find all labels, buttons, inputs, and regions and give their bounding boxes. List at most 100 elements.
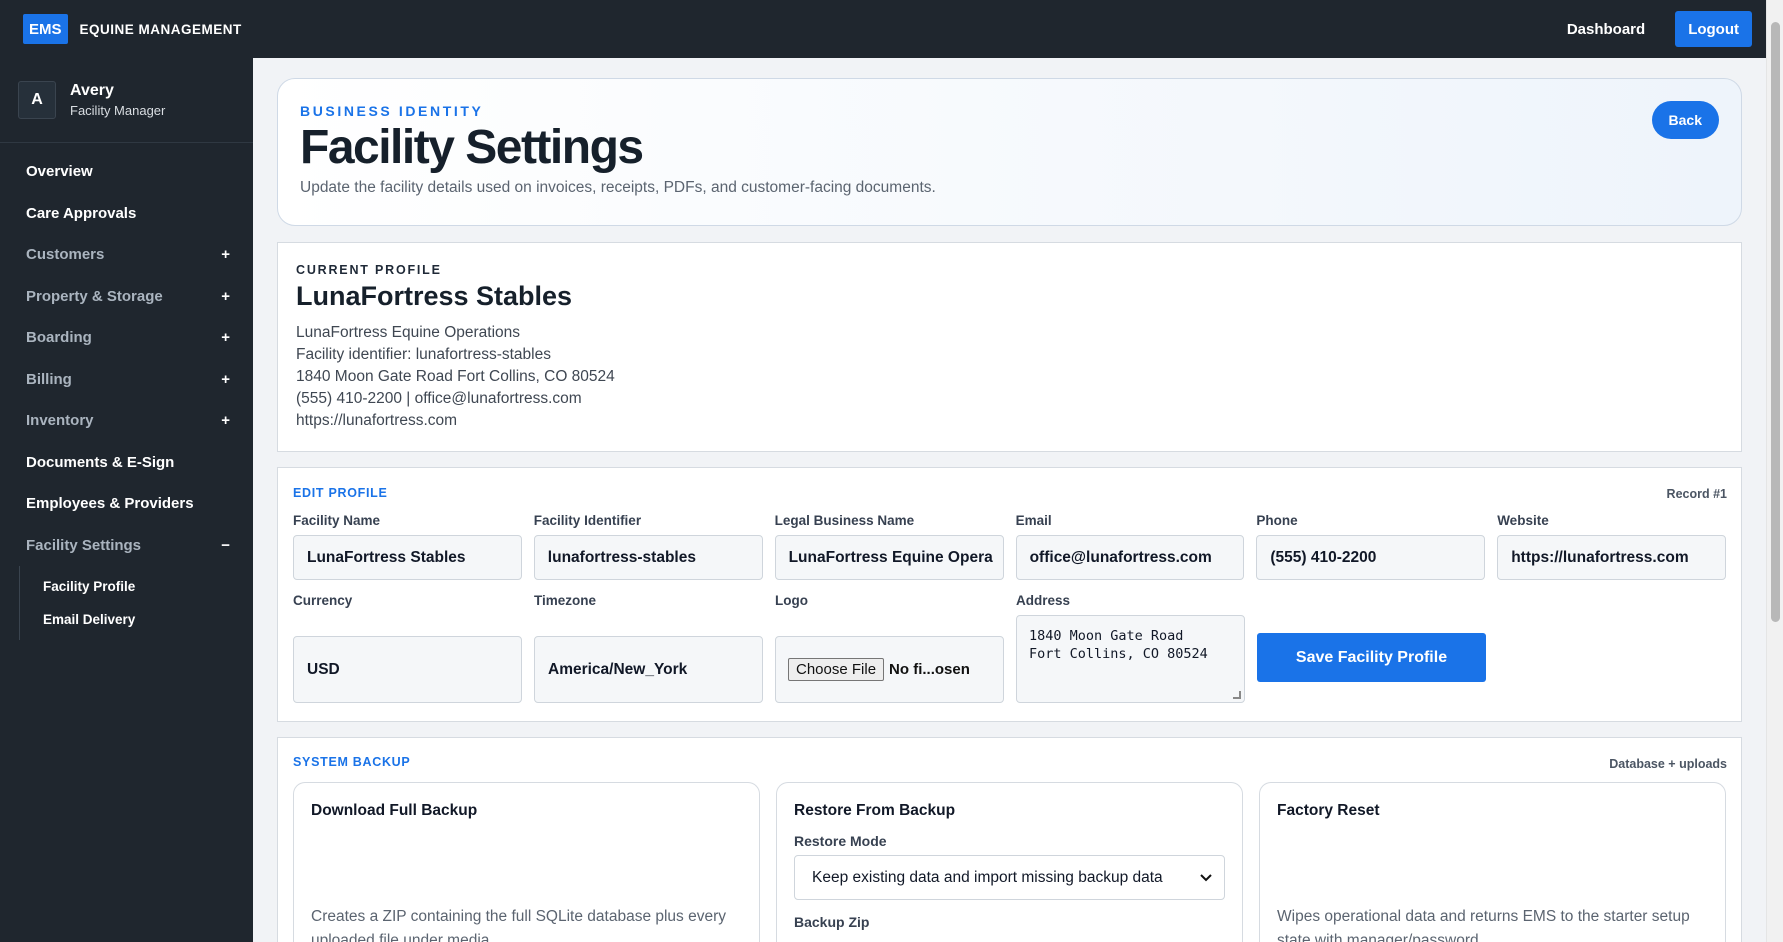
user-profile-text: Avery Facility Manager (70, 82, 165, 118)
current-profile-label: CURRENT PROFILE (296, 263, 442, 277)
user-profile: A Avery Facility Manager (0, 58, 253, 143)
website-input[interactable]: https://lunafortress.com (1497, 535, 1726, 580)
brand-logo-badge[interactable]: EMS (23, 14, 68, 44)
expand-plus-icon[interactable]: + (221, 412, 230, 429)
sidebar-subitem-facility-profile[interactable]: Facility Profile (20, 570, 253, 603)
system-backup-label: SYSTEM BACKUP (293, 755, 411, 769)
factory-reset-card: Factory Reset Wipes operational data and… (1259, 782, 1726, 942)
phone-input[interactable]: (555) 410-2200 (1256, 535, 1486, 580)
edit-profile-label: EDIT PROFILE (293, 486, 388, 500)
expand-plus-icon[interactable]: + (221, 246, 230, 263)
field-label: Email (1015, 513, 1052, 528)
save-field: Save Facility Profile (1257, 593, 1486, 703)
facility-settings-submenu: Facility Profile Email Delivery (19, 566, 253, 640)
field-label: Logo (775, 593, 808, 608)
sidebar-item-overview[interactable]: Overview (0, 151, 253, 193)
current-profile-contact: (555) 410-2200 | office@lunafortress.com (296, 390, 582, 407)
sidebar-item-label: Boarding (26, 329, 92, 347)
field-label: Currency (293, 593, 353, 608)
save-facility-profile-button[interactable]: Save Facility Profile (1257, 633, 1486, 682)
backup-zip-label: Backup Zip (794, 914, 870, 930)
facility-name-field: Facility Name LunaFortress Stables (293, 513, 522, 580)
current-profile-legal-name: LunaFortress Equine Operations (296, 324, 521, 341)
top-navigation-bar: EMS EQUINE MANAGEMENT Dashboard Logout (0, 0, 1766, 58)
field-label: Address (1016, 593, 1071, 608)
email-input[interactable]: office@lunafortress.com (1015, 535, 1245, 580)
address-field: Address 1840 Moon Gate Road Fort Collins… (1016, 593, 1245, 703)
sidebar-item-facility-settings[interactable]: Facility Settings − (0, 525, 253, 567)
sidebar-item-label: Property & Storage (26, 287, 163, 305)
expand-plus-icon[interactable]: + (221, 288, 230, 305)
current-profile-address: 1840 Moon Gate Road Fort Collins, CO 805… (296, 368, 615, 385)
scrollbar-thumb[interactable] (1771, 22, 1780, 622)
dashboard-link[interactable]: Dashboard (1567, 21, 1645, 38)
field-label: Timezone (534, 593, 597, 608)
address-textarea[interactable]: 1840 Moon Gate Road Fort Collins, CO 805… (1016, 615, 1245, 703)
currency-field: Currency USD (293, 593, 522, 703)
current-profile-name: LunaFortress Stables (296, 281, 573, 311)
sidebar-item-employees-providers[interactable]: Employees & Providers (0, 483, 253, 525)
factory-reset-description: Wipes operational data and returns EMS t… (1277, 908, 1690, 942)
sidebar-item-inventory[interactable]: Inventory + (0, 400, 253, 442)
system-backup-card: SYSTEM BACKUP Database + uploads Downloa… (277, 737, 1742, 942)
record-number: Record #1 (1666, 487, 1727, 501)
main-content: BUSINESS IDENTITY Facility Settings Upda… (277, 78, 1742, 942)
restore-mode-value: Keep existing data and import missing ba… (812, 868, 1163, 886)
sidebar-item-care-approvals[interactable]: Care Approvals (0, 193, 253, 235)
legal-name-field: Legal Business Name LunaFortress Equine … (774, 513, 1004, 580)
brand-name: EQUINE MANAGEMENT (79, 21, 242, 37)
restore-backup-card: Restore From Backup Restore Mode Keep ex… (776, 782, 1243, 942)
current-profile-card: CURRENT PROFILE LunaFortress Stables Lun… (277, 242, 1742, 452)
sidebar-subitem-email-delivery[interactable]: Email Delivery (20, 603, 253, 636)
sidebar-nav: Overview Care Approvals Customers + Prop… (0, 143, 253, 640)
sidebar-item-boarding[interactable]: Boarding + (0, 317, 253, 359)
field-label: Website (1497, 513, 1549, 528)
choose-file-button[interactable]: Choose File (788, 658, 885, 681)
user-name: Avery (70, 82, 114, 99)
field-label: Legal Business Name (774, 513, 915, 528)
download-backup-title: Download Full Backup (311, 802, 478, 819)
avatar: A (18, 81, 56, 119)
sidebar-item-label: Inventory (26, 412, 94, 430)
page-subtitle: Update the facility details used on invo… (300, 179, 936, 196)
sidebar-item-property-storage[interactable]: Property & Storage + (0, 276, 253, 318)
restore-backup-title: Restore From Backup (794, 802, 956, 819)
resize-handle-icon[interactable] (1233, 691, 1241, 699)
timezone-field: Timezone America/New_York (534, 593, 763, 703)
chevron-down-icon (1200, 871, 1212, 885)
current-profile-identifier: Facility identifier: lunafortress-stable… (296, 346, 551, 363)
currency-input[interactable]: USD (293, 636, 522, 703)
backup-cards: Download Full Backup Creates a ZIP conta… (293, 782, 1726, 942)
expand-plus-icon[interactable]: + (221, 329, 230, 346)
user-role: Facility Manager (70, 103, 166, 118)
legal-name-input[interactable]: LunaFortress Equine Opera (774, 535, 1004, 580)
sidebar-item-label: Documents & E-Sign (26, 453, 175, 471)
website-field: Website https://lunafortress.com (1497, 513, 1726, 580)
file-name-text: No fi...osen (889, 661, 970, 678)
sidebar-item-label: Customers (26, 246, 105, 264)
collapse-minus-icon[interactable]: − (221, 537, 230, 554)
sidebar-item-documents-esign[interactable]: Documents & E-Sign (0, 442, 253, 484)
sidebar-item-label: Overview (26, 163, 93, 181)
sidebar-item-billing[interactable]: Billing + (0, 359, 253, 401)
sidebar-item-label: Care Approvals (26, 204, 137, 222)
page-eyebrow: BUSINESS IDENTITY (300, 103, 484, 119)
page-scrollbar[interactable] (1766, 0, 1783, 942)
facility-identifier-input[interactable]: lunafortress-stables (533, 535, 763, 580)
logout-button[interactable]: Logout (1675, 11, 1752, 47)
field-row-2: Currency USD Timezone America/New_York L… (293, 593, 1726, 703)
page-title: Facility Settings (300, 121, 644, 174)
restore-mode-label: Restore Mode (794, 833, 887, 849)
field-row-1: Facility Name LunaFortress Stables Facil… (293, 513, 1726, 580)
backup-scope: Database + uploads (1609, 757, 1727, 771)
sidebar-item-label: Facility Settings (26, 536, 142, 554)
facility-name-input[interactable]: LunaFortress Stables (293, 535, 522, 580)
sidebar-item-label: Employees & Providers (26, 495, 194, 513)
restore-mode-select[interactable]: Keep existing data and import missing ba… (794, 855, 1225, 900)
expand-plus-icon[interactable]: + (221, 371, 230, 388)
logo-file-input[interactable]: Choose File No fi...osen (775, 636, 1004, 703)
sidebar-item-customers[interactable]: Customers + (0, 234, 253, 276)
timezone-input[interactable]: America/New_York (534, 636, 763, 703)
current-profile-website: https://lunafortress.com (296, 412, 458, 429)
back-button[interactable]: Back (1651, 101, 1719, 139)
